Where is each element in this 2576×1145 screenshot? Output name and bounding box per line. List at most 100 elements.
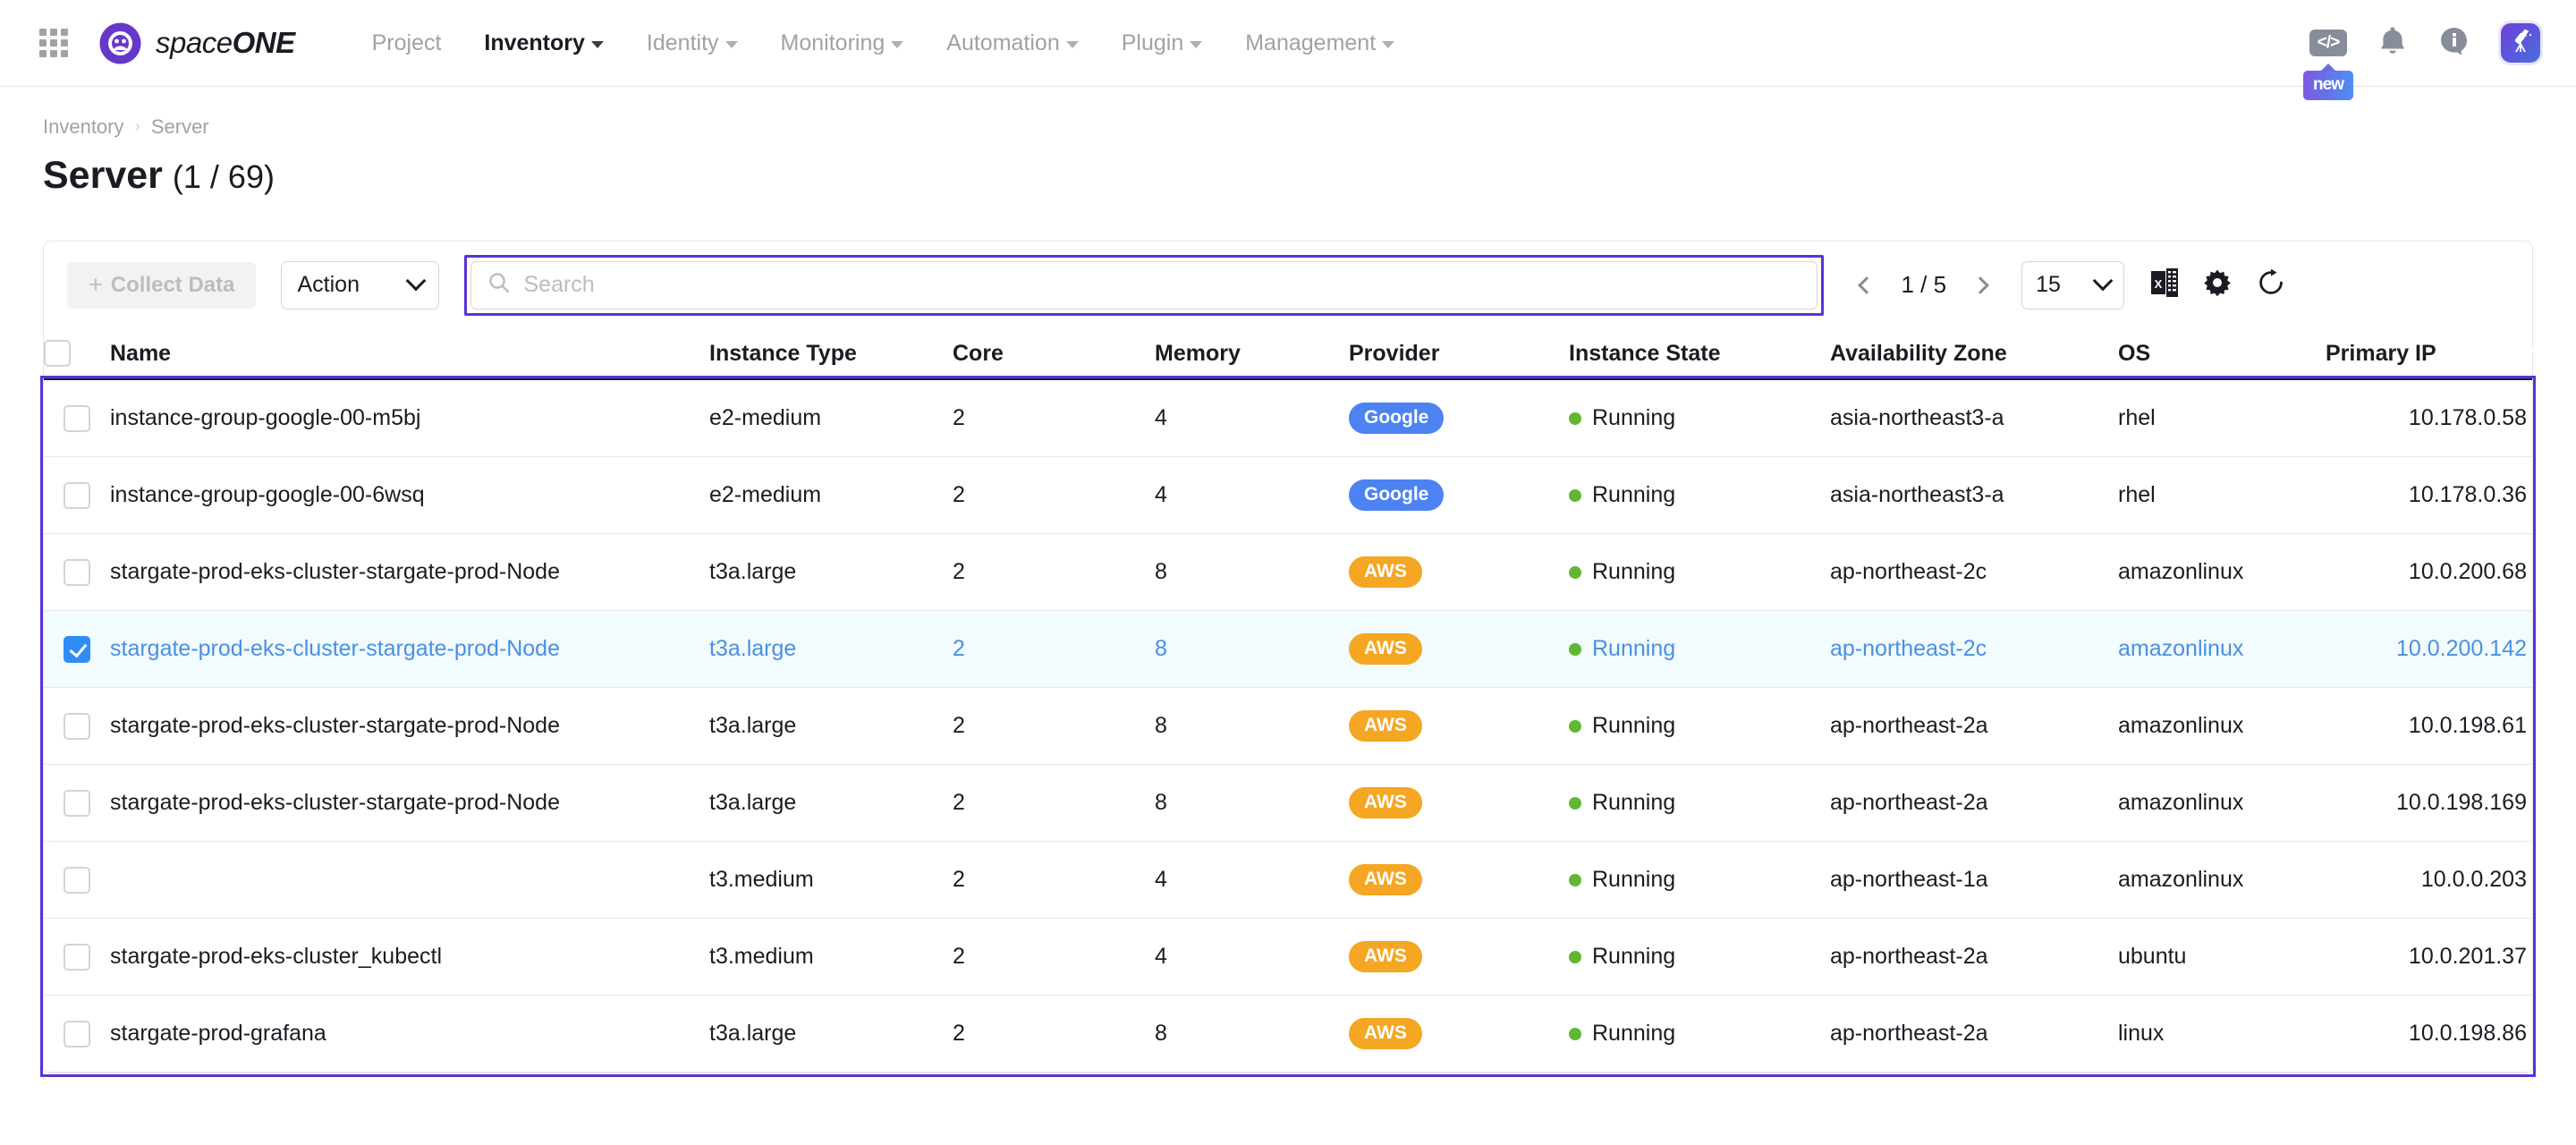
nav-item-plugin[interactable]: Plugin <box>1100 16 1224 70</box>
table-row[interactable]: stargate-prod-eks-cluster_kubectl t3.medi… <box>44 919 2532 996</box>
sort-icon <box>2519 346 2536 359</box>
table-toolbar: + Collect Data Action Search 1 / 5 15 X <box>44 242 2532 328</box>
table-row[interactable]: instance-group-google-00-6wsq e2-medium 2 4… <box>44 457 2532 534</box>
page-title-text: Server <box>43 154 163 197</box>
row-checkbox[interactable] <box>64 789 90 817</box>
cell-name: stargate-prod-eks-cluster_kubectl <box>110 944 442 969</box>
column-header-core[interactable]: Core <box>953 341 1155 367</box>
cell-provider: AWS <box>1349 940 1569 973</box>
status-badge: Running <box>1569 636 1821 662</box>
row-checkbox[interactable] <box>64 558 90 586</box>
nav-left-group: spaceONE <box>36 21 295 65</box>
bell-icon <box>2377 25 2408 62</box>
cell-instance-type: e2-medium <box>709 405 822 430</box>
cell-provider: AWS <box>1349 786 1569 819</box>
telescope-icon <box>2507 28 2534 59</box>
column-header-memory[interactable]: Memory <box>1155 341 1349 367</box>
cell-os: rhel <box>2118 405 2156 430</box>
cell-primary-ip: 10.0.198.61 <box>2408 713 2527 738</box>
search-icon <box>487 271 511 299</box>
sort-icon <box>1307 346 1325 359</box>
table-row[interactable]: stargate-prod-eks-cluster-stargate-prod-… <box>44 688 2532 765</box>
column-header-label: Name <box>110 340 172 366</box>
excel-export-button[interactable]: X <box>2151 268 2179 301</box>
cell-availability-zone: ap-northeast-2c <box>1830 636 1987 661</box>
chevron-down-icon <box>724 41 738 48</box>
nav-item-label: Inventory <box>484 30 585 55</box>
column-header-os[interactable]: OS <box>2118 341 2326 367</box>
search-input[interactable]: Search <box>470 260 1818 310</box>
new-badge-tooltip: new <box>2303 71 2353 100</box>
status-badge: Running <box>1569 944 1821 970</box>
sort-icon <box>1788 346 1806 359</box>
nav-item-management[interactable]: Management <box>1224 16 1416 70</box>
select-all-checkbox[interactable] <box>44 340 71 367</box>
row-checkbox[interactable] <box>64 866 90 894</box>
brand-light: space <box>156 26 233 59</box>
row-checkbox[interactable] <box>64 481 90 509</box>
row-checkbox-cell <box>44 481 110 509</box>
status-badge: Running <box>1569 405 1821 431</box>
table-row[interactable]: instance-group-google-00-m5bj e2-medium 2 4… <box>44 380 2532 457</box>
toolbar-icons: X <box>2151 268 2285 301</box>
cell-core: 2 <box>953 867 965 892</box>
chevron-left-icon[interactable] <box>1847 266 1886 305</box>
apps-grid-icon[interactable] <box>36 25 72 61</box>
cell-availability-zone: ap-northeast-1a <box>1830 867 1988 892</box>
sort-icon <box>2076 346 2094 359</box>
table-body: instance-group-google-00-m5bj e2-medium 2 4… <box>40 376 2536 1077</box>
chevron-right-icon[interactable] <box>1961 266 2000 305</box>
column-header-availability-zone[interactable]: Availability Zone <box>1830 341 2118 367</box>
table-row[interactable]: stargate-prod-eks-cluster-stargate-prod-… <box>44 765 2532 842</box>
table-settings-button[interactable] <box>2203 268 2232 301</box>
row-checkbox[interactable] <box>64 404 90 432</box>
nav-item-inventory[interactable]: Inventory <box>462 16 625 70</box>
nav-item-project[interactable]: Project <box>351 16 463 70</box>
cell-provider: Google <box>1349 402 1569 435</box>
column-header-name[interactable]: Name <box>110 341 709 367</box>
collect-data-button[interactable]: + Collect Data <box>67 261 257 309</box>
table-row[interactable]: stargate-prod-eks-cluster-stargate-prod-… <box>44 534 2532 611</box>
cell-instance-state: Running <box>1569 867 1830 893</box>
notifications-button[interactable] <box>2377 25 2408 62</box>
table-row[interactable]: t3.medium 2 4 AWS Running ap-northeast-1a amaz… <box>44 842 2532 919</box>
breadcrumb-server[interactable]: Server <box>151 115 209 139</box>
gear-icon <box>2203 268 2232 301</box>
status-badge: Running <box>1569 559 1821 585</box>
brand-logo[interactable]: spaceONE <box>98 21 295 65</box>
user-avatar[interactable] <box>2501 23 2540 63</box>
column-header-label: Instance Type <box>709 340 857 366</box>
column-header-label: Provider <box>1349 340 1440 366</box>
row-checkbox-cell <box>44 943 110 971</box>
column-header-provider[interactable]: Provider <box>1349 341 1569 367</box>
nav-item-monitoring[interactable]: Monitoring <box>759 16 926 70</box>
svg-text:X: X <box>2155 277 2163 291</box>
page-size-dropdown[interactable]: 15 <box>2021 260 2125 310</box>
column-header-instance-state[interactable]: Instance State <box>1569 341 1830 367</box>
api-console-button[interactable]: </> new <box>2303 30 2353 100</box>
action-dropdown[interactable]: Action <box>281 260 440 310</box>
table-row[interactable]: stargate-prod-grafana t3a.large 2 8 AWS Runni… <box>44 996 2532 1073</box>
page-title: Server (1 / 69) <box>43 154 2533 198</box>
column-header-instance-type[interactable]: Instance Type <box>709 341 953 367</box>
cell-instance-type: t3a.large <box>709 1021 797 1046</box>
row-checkbox[interactable] <box>64 712 90 740</box>
breadcrumb-separator: › <box>134 117 140 136</box>
help-info-button[interactable] <box>2438 25 2470 62</box>
row-checkbox[interactable] <box>64 1020 90 1047</box>
action-dropdown-label: Action <box>297 272 360 297</box>
nav-item-automation[interactable]: Automation <box>925 16 1099 70</box>
cell-core: 2 <box>953 405 965 430</box>
column-header-primary-ip[interactable]: Primary IP <box>2326 341 2536 367</box>
nav-item-identity[interactable]: Identity <box>625 16 759 70</box>
row-checkbox[interactable] <box>64 943 90 971</box>
status-badge: Running <box>1569 482 1821 508</box>
row-checkbox[interactable] <box>64 635 90 663</box>
refresh-button[interactable] <box>2257 268 2285 301</box>
cell-primary-ip: 10.178.0.36 <box>2408 482 2527 507</box>
table-row[interactable]: stargate-prod-eks-cluster-stargate-prod-… <box>44 611 2532 688</box>
cell-primary-ip: 10.0.200.142 <box>2396 636 2527 661</box>
nav-item-label: Identity <box>646 30 719 55</box>
breadcrumb-inventory[interactable]: Inventory <box>43 115 124 139</box>
brand-text: spaceONE <box>156 26 295 60</box>
